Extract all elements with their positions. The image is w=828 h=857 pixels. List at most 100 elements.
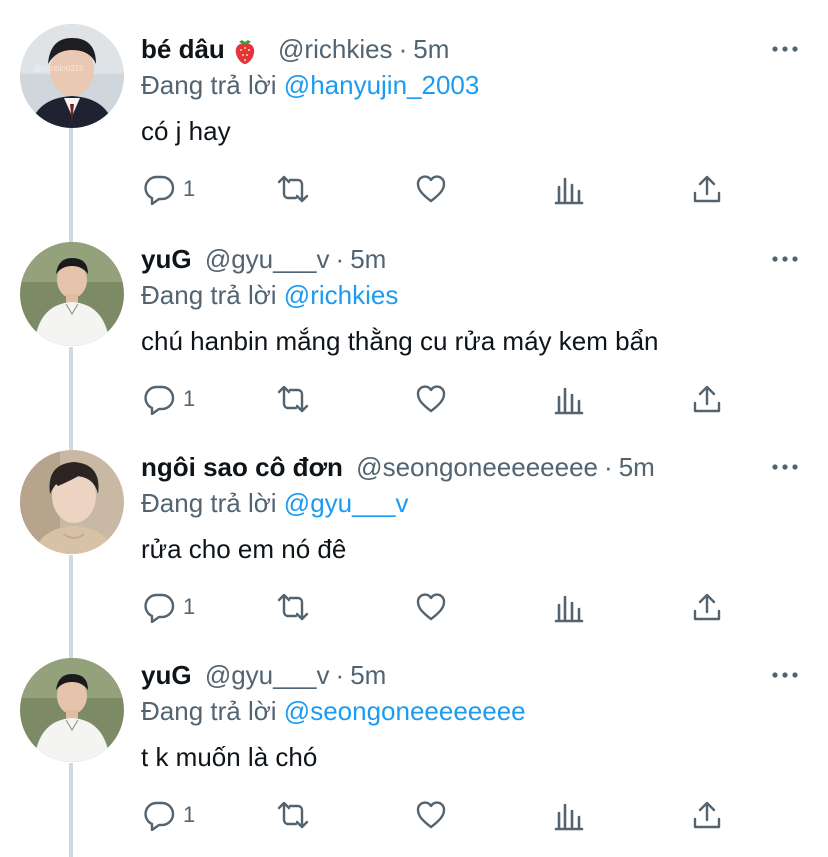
tweet-actions: 1 [141, 798, 741, 832]
reply-button[interactable]: 1 [143, 798, 195, 832]
like-button[interactable] [415, 798, 447, 832]
share-icon [693, 593, 721, 621]
separator: · [335, 244, 345, 274]
avatar-image [20, 242, 124, 346]
like-button[interactable] [415, 382, 447, 416]
user-handle[interactable]: @seongoneeeeeeee [356, 452, 598, 482]
mention-link[interactable]: @seongoneeeeeeee [284, 696, 526, 726]
user-handle[interactable]: @gyu___v [205, 660, 330, 690]
retweet-button[interactable] [277, 382, 309, 416]
separator: · [335, 660, 345, 690]
replying-to-label: Đang trả lời [141, 696, 277, 726]
retweet-icon [277, 175, 309, 203]
tweet[interactable]: yuG @gyu___v · 5m Đang trả lời @seongoneee… [0, 658, 828, 857]
reply-count: 1 [183, 386, 196, 411]
reply-icon [144, 801, 175, 831]
reply-icon [144, 385, 175, 415]
avatar[interactable]: @sunbin0315 [20, 24, 124, 128]
reply-icon [144, 175, 175, 205]
tweet-text: chú hanbin mắng thằng cu rửa máy kem bẩn [141, 326, 659, 356]
display-name[interactable]: yuG [141, 244, 192, 274]
mention-link[interactable]: @gyu___v [284, 488, 409, 518]
analytics-button[interactable] [553, 382, 585, 416]
share-button[interactable] [691, 798, 723, 832]
tweet-actions: 1 [141, 382, 741, 416]
tweet[interactable]: yuG @gyu___v · 5m Đang trả lời @richkies c… [0, 242, 828, 442]
separator: · [398, 34, 408, 64]
analytics-button[interactable] [553, 590, 585, 624]
analytics-button[interactable] [553, 172, 585, 206]
reply-button[interactable]: 1 [143, 382, 195, 416]
share-icon [693, 175, 721, 203]
heart-icon [416, 175, 446, 203]
replying-to: Đang trả lời @richkies [141, 278, 398, 312]
tweet-header: ngôi sao cô đơn @seongoneeeeeeee · 5m [141, 450, 655, 484]
heart-icon [416, 801, 446, 829]
more-options-icon[interactable] [772, 672, 798, 678]
tweet-text: t k muốn là chó [141, 742, 318, 772]
retweet-button[interactable] [277, 798, 309, 832]
display-name[interactable]: bé dâu [141, 34, 225, 64]
heart-icon [416, 385, 446, 413]
mention-link[interactable]: @richkies [284, 280, 399, 310]
timestamp[interactable]: 5m [413, 34, 449, 64]
share-button[interactable] [691, 172, 723, 206]
user-handle[interactable]: @gyu___v [205, 244, 330, 274]
share-button[interactable] [691, 590, 723, 624]
heart-icon [416, 593, 446, 621]
analytics-icon [554, 387, 584, 415]
timestamp[interactable]: 5m [350, 244, 386, 274]
more-options-icon[interactable] [772, 256, 798, 262]
analytics-button[interactable] [553, 798, 585, 832]
timestamp[interactable]: 5m [619, 452, 655, 482]
tweet-header: bé dâu @richkies · 5m [141, 32, 449, 66]
user-handle[interactable]: @richkies [278, 34, 393, 64]
avatar[interactable] [20, 242, 124, 346]
tweet-text: có j hay [141, 116, 231, 146]
tweet-header: yuG @gyu___v · 5m [141, 242, 386, 276]
replying-to: Đang trả lời @seongoneeeeeeee [141, 694, 526, 728]
like-button[interactable] [415, 172, 447, 206]
reply-count: 1 [183, 176, 196, 201]
tweet-text: rửa cho em nó đê [141, 534, 347, 564]
separator: · [604, 452, 613, 482]
display-name[interactable]: yuG [141, 660, 192, 690]
mention-link[interactable]: @hanyujin_2003 [284, 70, 480, 100]
avatar-image [20, 24, 124, 128]
replying-to: Đang trả lời @gyu___v [141, 486, 409, 520]
avatar-image [20, 450, 124, 554]
replying-to-label: Đang trả lời [141, 488, 277, 518]
avatar[interactable] [20, 450, 124, 554]
strawberry-icon [235, 40, 255, 65]
analytics-icon [554, 177, 584, 205]
reply-button[interactable]: 1 [143, 590, 195, 624]
replying-to: Đang trả lời @hanyujin_2003 [141, 68, 479, 102]
replying-to-label: Đang trả lời [141, 70, 277, 100]
reply-icon [144, 593, 175, 623]
tweet[interactable]: ngôi sao cô đơn @seongoneeeeeeee · 5m Đang… [0, 450, 828, 650]
retweet-button[interactable] [277, 590, 309, 624]
tweet-header: yuG @gyu___v · 5m [141, 658, 386, 692]
timestamp[interactable]: 5m [350, 660, 386, 690]
retweet-icon [277, 801, 309, 829]
share-icon [693, 801, 721, 829]
display-name[interactable]: ngôi sao cô đơn [141, 452, 343, 482]
avatar[interactable] [20, 658, 124, 762]
like-button[interactable] [415, 590, 447, 624]
avatar-watermark: @sunbin0315 [34, 64, 84, 73]
more-options-icon[interactable] [772, 464, 798, 470]
retweet-icon [277, 593, 309, 621]
reply-count: 1 [183, 802, 196, 827]
replying-to-label: Đang trả lời [141, 280, 277, 310]
reply-button[interactable]: 1 [143, 172, 195, 206]
more-options-icon[interactable] [772, 46, 798, 52]
tweet[interactable]: @sunbin0315 bé dâu @richkies · 5m Đang trả… [0, 24, 828, 232]
analytics-icon [554, 595, 584, 623]
retweet-button[interactable] [277, 172, 309, 206]
share-icon [693, 385, 721, 413]
tweet-actions: 1 [141, 590, 741, 624]
analytics-icon [554, 803, 584, 831]
share-button[interactable] [691, 382, 723, 416]
retweet-icon [277, 385, 309, 413]
avatar-image [20, 658, 124, 762]
